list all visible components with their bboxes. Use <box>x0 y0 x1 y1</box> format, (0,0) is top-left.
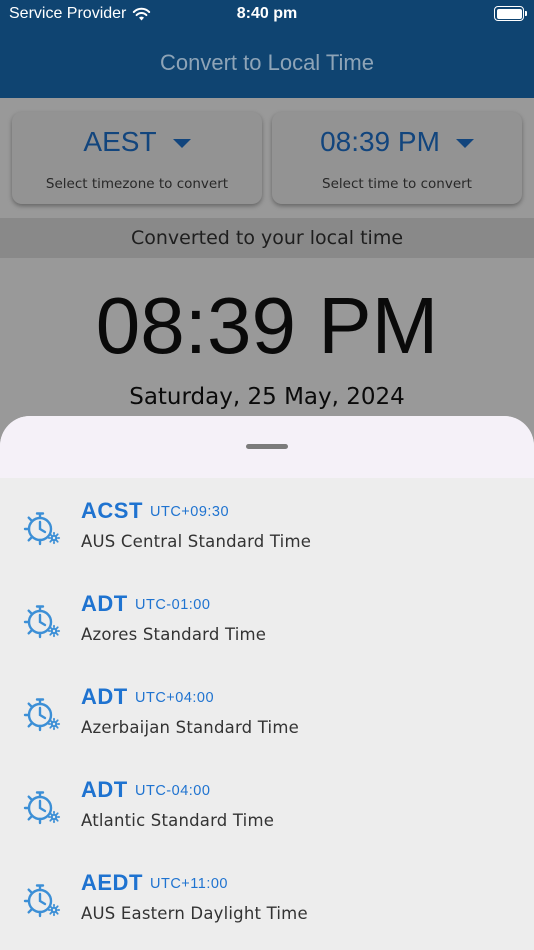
timezone-list-item[interactable]: ADT UTC-01:00 Azores Standard Time <box>0 571 534 664</box>
timezone-name: Atlantic Standard Time <box>81 811 275 830</box>
timezone-offset: UTC-04:00 <box>135 783 211 799</box>
status-bar: Service Provider 8:40 pm <box>0 0 534 30</box>
timezone-list: ACST UTC+09:30 AUS Central Standard Time… <box>0 478 534 943</box>
timezone-abbr: ACST <box>81 498 143 523</box>
timezone-name: AUS Eastern Daylight Time <box>81 904 308 923</box>
app-header: Convert to Local Time <box>0 30 534 98</box>
timezone-bottom-sheet: ACST UTC+09:30 AUS Central Standard Time… <box>0 416 534 950</box>
sheet-header <box>0 416 534 478</box>
timezone-list-item[interactable]: ACST UTC+09:30 AUS Central Standard Time <box>0 478 534 571</box>
timezone-offset: UTC+11:00 <box>150 876 228 892</box>
timezone-offset: UTC+09:30 <box>150 504 230 520</box>
timezone-list-item[interactable]: ADT UTC-04:00 Atlantic Standard Time <box>0 757 534 850</box>
timezone-abbr: ADT <box>81 777 128 802</box>
timezone-offset: UTC-01:00 <box>135 597 211 613</box>
clock-gear-icon <box>23 512 61 546</box>
timezone-name: Azores Standard Time <box>81 625 267 644</box>
timezone-abbr: ADT <box>81 684 128 709</box>
timezone-abbr: AEDT <box>81 870 143 895</box>
page-title: Convert to Local Time <box>160 50 374 75</box>
clock-gear-icon <box>23 698 61 732</box>
sheet-grabber-handle[interactable] <box>246 444 288 449</box>
battery-fill <box>496 8 522 19</box>
timezone-offset: UTC+04:00 <box>135 690 215 706</box>
battery-icon <box>494 6 527 21</box>
status-time: 8:40 pm <box>236 5 298 22</box>
timezone-list-item[interactable]: ADT UTC+04:00 Azerbaijan Standard Time <box>0 664 534 757</box>
timezone-name: AUS Central Standard Time <box>81 532 312 551</box>
timezone-abbr: ADT <box>81 591 128 616</box>
clock-gear-icon <box>23 605 61 639</box>
clock-gear-icon <box>23 884 61 918</box>
clock-gear-icon <box>23 791 61 825</box>
timezone-name: Azerbaijan Standard Time <box>81 718 299 737</box>
timezone-list-item[interactable]: AEDT UTC+11:00 AUS Eastern Daylight Time <box>0 850 534 943</box>
